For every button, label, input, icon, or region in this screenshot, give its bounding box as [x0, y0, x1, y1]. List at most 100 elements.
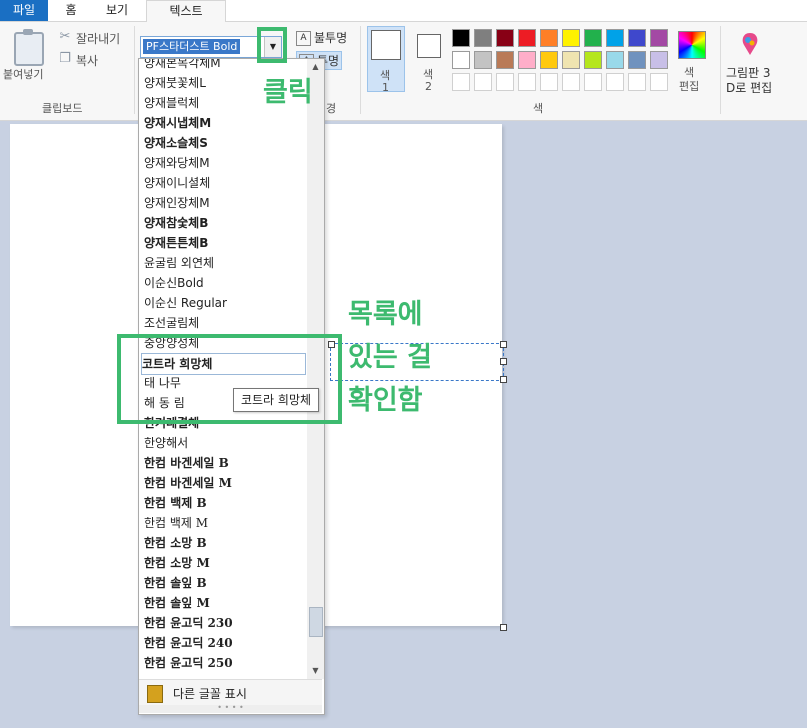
- font-list-item[interactable]: 한컴 소망 B: [144, 533, 304, 553]
- palette-color-swatch[interactable]: [496, 51, 514, 69]
- palette-color-swatch[interactable]: [518, 51, 536, 69]
- font-list-item[interactable]: 양재시냅체M: [144, 113, 304, 133]
- tab-view[interactable]: 보기: [94, 0, 140, 21]
- font-list-item[interactable]: 한컴 윤고딕 250: [144, 653, 304, 673]
- scroll-down-arrow[interactable]: ▼: [307, 663, 324, 679]
- clipboard-group-label: 클립보드: [42, 102, 83, 115]
- palette-color-swatch[interactable]: [518, 29, 536, 47]
- font-list-item[interactable]: 양재이니셜체: [144, 173, 304, 193]
- font-list-item[interactable]: 이순신Bold: [144, 273, 304, 293]
- palette-color-swatch[interactable]: [474, 51, 492, 69]
- custom-color-slot[interactable]: [518, 73, 536, 91]
- color2-number: 2: [425, 80, 432, 93]
- custom-color-slot[interactable]: [584, 73, 602, 91]
- font-folder-icon: [147, 685, 163, 703]
- font-list-item[interactable]: 한컴 소망 M: [144, 553, 304, 573]
- palette-color-swatch[interactable]: [584, 51, 602, 69]
- show-more-fonts-button[interactable]: 다른 글꼴 표시: [139, 679, 322, 706]
- palette-color-swatch[interactable]: [496, 29, 514, 47]
- ribbon-tab-bar: 파일 홈 보기 텍스트: [0, 0, 807, 23]
- edit-colors-label-2[interactable]: 편집: [679, 78, 699, 94]
- tab-file[interactable]: 파일: [0, 0, 48, 21]
- font-list-item[interactable]: 조선굴림체: [144, 313, 304, 333]
- cut-button[interactable]: 잘라내기: [76, 30, 120, 47]
- color1-swatch: [371, 30, 401, 60]
- annotation-click: 클릭: [263, 77, 313, 108]
- font-list-item[interactable]: 양재인장체M: [144, 193, 304, 213]
- custom-color-slot[interactable]: [606, 73, 624, 91]
- color2-swatch: [417, 34, 441, 58]
- colors-group-label: 색: [533, 102, 544, 115]
- divider: [134, 26, 135, 114]
- annotation-note-line3: 확인함: [348, 385, 423, 416]
- ribbon: 붙여넣기 ✂ 잘라내기 ❐ 복사 클립보드 PF스타더스트 Bold ▼ A 불투…: [0, 22, 807, 121]
- copy-button[interactable]: 복사: [76, 52, 98, 69]
- edit-colors-icon[interactable]: [678, 31, 706, 59]
- font-list-item[interactable]: 한컴 윤고딕 240: [144, 633, 304, 653]
- font-list-item[interactable]: 양재와당체M: [144, 153, 304, 173]
- palette-color-swatch[interactable]: [540, 29, 558, 47]
- font-list-item[interactable]: 윤굴림 외연체: [144, 253, 304, 273]
- palette-color-swatch[interactable]: [606, 29, 624, 47]
- annotation-highlight-dropdown-arrow: [257, 27, 287, 63]
- palette-color-swatch[interactable]: [452, 29, 470, 47]
- palette-color-swatch[interactable]: [584, 29, 602, 47]
- divider: [720, 26, 721, 114]
- canvas-resize-handle[interactable]: [500, 624, 507, 631]
- background-group-label: 경: [326, 102, 337, 115]
- palette-color-swatch[interactable]: [606, 51, 624, 69]
- text-box-handle[interactable]: [500, 376, 507, 383]
- custom-color-slot[interactable]: [452, 73, 470, 91]
- palette-color-swatch[interactable]: [628, 51, 646, 69]
- tab-text[interactable]: 텍스트: [146, 0, 226, 23]
- opaque-icon: A: [296, 31, 311, 46]
- show-more-fonts-label: 다른 글꼴 표시: [173, 687, 247, 701]
- font-list-item[interactable]: 양재참숯체B: [144, 213, 304, 233]
- custom-color-slot[interactable]: [562, 73, 580, 91]
- palette-color-swatch[interactable]: [650, 51, 668, 69]
- color1-button[interactable]: 색 1: [367, 26, 405, 94]
- annotation-highlight-font-item: [117, 334, 342, 424]
- color2-button[interactable]: 색 2: [411, 26, 447, 93]
- font-family-value[interactable]: PF스타더스트 Bold: [143, 39, 241, 54]
- font-list-item[interactable]: 한컴 바겐세일 M: [144, 473, 304, 493]
- font-list-item[interactable]: 양재소슬체S: [144, 133, 304, 153]
- paste-icon[interactable]: [14, 29, 44, 66]
- font-list-item[interactable]: 이순신 Regular: [144, 293, 304, 313]
- font-list-item[interactable]: 한양해서: [144, 433, 304, 453]
- palette-color-swatch[interactable]: [650, 29, 668, 47]
- custom-color-slot[interactable]: [650, 73, 668, 91]
- opaque-option[interactable]: A 불투명: [296, 29, 347, 46]
- font-list-item[interactable]: 한컴 윤고딕 230: [144, 613, 304, 633]
- palette-color-swatch[interactable]: [474, 29, 492, 47]
- custom-color-slot[interactable]: [628, 73, 646, 91]
- paint3d-icon[interactable]: [737, 31, 763, 57]
- tab-home[interactable]: 홈: [55, 0, 87, 21]
- palette-color-swatch[interactable]: [540, 51, 558, 69]
- scissors-icon: ✂: [59, 29, 71, 44]
- font-list-item[interactable]: 한컴 솔잎 M: [144, 593, 304, 613]
- scroll-thumb[interactable]: [309, 607, 323, 637]
- custom-color-slot[interactable]: [496, 73, 514, 91]
- custom-color-slot[interactable]: [540, 73, 558, 91]
- font-list-item[interactable]: 한컴 솔잎 B: [144, 573, 304, 593]
- font-list-item[interactable]: 한컴 백제 M: [144, 513, 304, 533]
- font-list-item[interactable]: 한컴 바겐세일 B: [144, 453, 304, 473]
- palette-color-swatch[interactable]: [562, 51, 580, 69]
- palette-color-swatch[interactable]: [628, 29, 646, 47]
- font-list-item[interactable]: 한컴 백제 B: [144, 493, 304, 513]
- text-box-handle[interactable]: [500, 358, 507, 365]
- dropdown-resize-grip[interactable]: • • • •: [139, 704, 322, 713]
- paste-button-label[interactable]: 붙여넣기: [3, 66, 43, 82]
- opaque-label: 불투명: [314, 31, 348, 45]
- annotation-note-line1: 목록에: [348, 299, 423, 330]
- divider: [360, 26, 361, 114]
- font-list-item[interactable]: 양재튼튼체B: [144, 233, 304, 253]
- paint3d-label-2[interactable]: D로 편집: [726, 79, 772, 96]
- text-box-handle[interactable]: [500, 341, 507, 348]
- annotation-note-line2: 있는 걸: [348, 342, 432, 373]
- palette-color-swatch[interactable]: [562, 29, 580, 47]
- palette-color-swatch[interactable]: [452, 51, 470, 69]
- copy-icon: ❐: [59, 51, 71, 66]
- custom-color-slot[interactable]: [474, 73, 492, 91]
